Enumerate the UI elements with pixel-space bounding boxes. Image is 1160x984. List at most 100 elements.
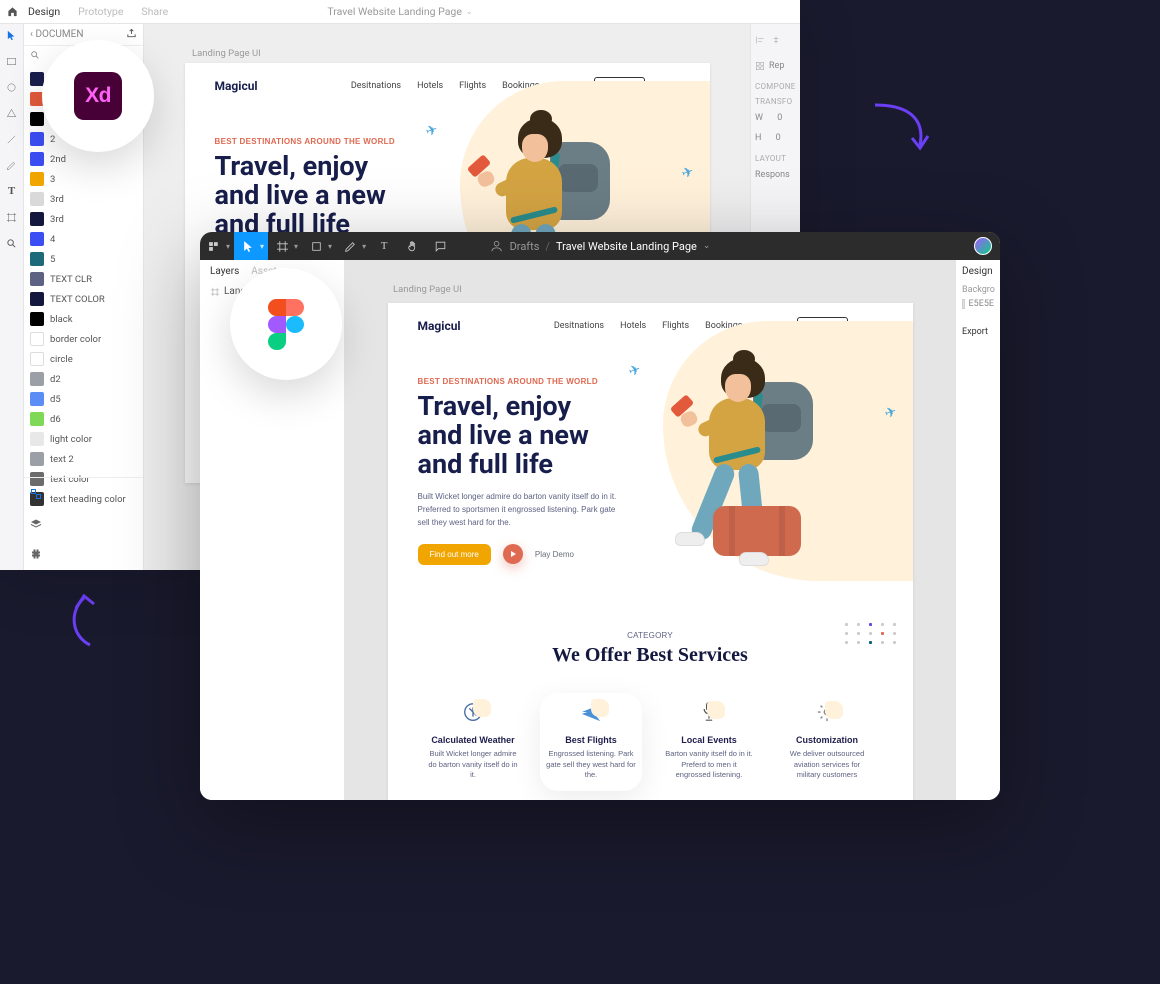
- figma-logo-icon: [268, 299, 304, 349]
- service-icon: [695, 701, 723, 729]
- swatch-row[interactable]: d5: [24, 389, 143, 409]
- figma-pen-tool-icon[interactable]: [336, 232, 364, 260]
- zoom-tool-icon[interactable]: [5, 236, 19, 250]
- swatch-row[interactable]: black: [24, 309, 143, 329]
- service-title: Customization: [782, 735, 872, 745]
- hero-desc: Built Wicket longer admire do barton van…: [418, 491, 618, 529]
- nav-hotels[interactable]: Hotels: [417, 81, 443, 91]
- swatch-row[interactable]: light color: [24, 429, 143, 449]
- figma-menu-icon[interactable]: [200, 232, 228, 260]
- nav-destinations[interactable]: Desitnations: [351, 81, 401, 91]
- xd-tab-share[interactable]: Share: [141, 5, 168, 18]
- service-desc: Barton vanity itself do in it. Preferd t…: [664, 749, 754, 781]
- service-card[interactable]: Calculated WeatherBuilt Wicket longer ad…: [422, 693, 524, 791]
- brand: Magicul: [215, 79, 258, 93]
- figma-frame-tool-icon[interactable]: [268, 232, 296, 260]
- figma-text-tool-icon[interactable]: T: [370, 232, 398, 260]
- arrow-right-icon: [870, 100, 940, 164]
- libraries-icon[interactable]: [24, 484, 48, 504]
- chevron-down-icon[interactable]: ▾: [294, 242, 302, 251]
- service-icon: [459, 701, 487, 729]
- cta-button[interactable]: Find out more: [418, 544, 491, 565]
- nav-hotels[interactable]: Hotels: [620, 321, 646, 331]
- select-tool-icon[interactable]: [5, 28, 19, 42]
- figma-move-tool-icon[interactable]: [234, 232, 262, 260]
- service-icon: [813, 701, 841, 729]
- swatch-row[interactable]: text 2: [24, 449, 143, 469]
- nav-flights[interactable]: Flights: [662, 321, 689, 331]
- swatch-row[interactable]: d6: [24, 409, 143, 429]
- figma-comment-tool-icon[interactable]: [426, 232, 454, 260]
- figma-tab-layers[interactable]: Layers: [210, 266, 239, 277]
- chevron-down-icon[interactable]: ⌄: [466, 7, 473, 16]
- service-card[interactable]: Local Events Barton vanity itself do in i…: [658, 693, 760, 791]
- xd-tab-prototype[interactable]: Prototype: [78, 5, 123, 18]
- artboard-label[interactable]: Landing Page UI: [192, 48, 261, 59]
- text-tool-icon[interactable]: T: [5, 184, 19, 198]
- service-icon: [577, 701, 605, 729]
- xd-title: Travel Website Landing Page ⌄: [327, 5, 472, 18]
- service-title: Local Events: [664, 735, 754, 745]
- pen-tool-icon[interactable]: [5, 158, 19, 172]
- figma-canvas[interactable]: Landing Page UI Magicul Desitnations Hot…: [345, 260, 955, 800]
- design-tab[interactable]: Design: [962, 266, 994, 277]
- artboard-tool-icon[interactable]: [5, 210, 19, 224]
- avatar[interactable]: [974, 237, 992, 255]
- swatch-row[interactable]: TEXT CLR: [24, 269, 143, 289]
- swatch-row[interactable]: 3: [24, 169, 143, 189]
- home-icon[interactable]: [0, 0, 24, 24]
- swatch-row[interactable]: 2nd: [24, 149, 143, 169]
- bg-color-field[interactable]: E5E5E: [962, 299, 994, 309]
- nav-destinations[interactable]: Desitnations: [554, 321, 604, 331]
- align-icons[interactable]: [755, 30, 796, 50]
- chevron-down-icon[interactable]: ▾: [226, 242, 234, 251]
- swatch-row[interactable]: d2: [24, 369, 143, 389]
- service-card[interactable]: Customization We deliver outsourced aviat…: [776, 693, 878, 791]
- chevron-down-icon[interactable]: ▾: [362, 242, 370, 251]
- line-tool-icon[interactable]: [5, 132, 19, 146]
- hero-headline: Travel, enjoy and live a new and full li…: [215, 152, 429, 239]
- xd-logo-icon: Xd: [74, 72, 122, 120]
- ellipse-tool-icon[interactable]: [5, 80, 19, 94]
- search-icon[interactable]: [30, 52, 40, 63]
- polygon-tool-icon[interactable]: [5, 106, 19, 120]
- repeat-grid-button[interactable]: Rep: [755, 56, 796, 76]
- figma-right-panel: Design Backgro E5E5E Export: [955, 260, 1000, 800]
- chevron-down-icon[interactable]: ▾: [328, 242, 336, 251]
- swatch-row[interactable]: TEXT COLOR: [24, 289, 143, 309]
- service-desc: Built Wicket longer admire do barton van…: [428, 749, 518, 781]
- swatch-row[interactable]: 3rd: [24, 209, 143, 229]
- services-eyebrow: Category: [408, 631, 893, 640]
- export-section[interactable]: Export: [962, 327, 994, 337]
- plugins-icon[interactable]: [24, 544, 48, 564]
- swatch-row[interactable]: 3rd: [24, 189, 143, 209]
- xd-topbar: Design Prototype Share Travel Website La…: [0, 0, 800, 24]
- arrow-left-icon: [62, 590, 112, 654]
- service-desc: We deliver outsourced aviation services …: [782, 749, 872, 781]
- chevron-down-icon: ⌄: [703, 241, 711, 251]
- nav-flights[interactable]: Flights: [459, 81, 486, 91]
- swatch-row[interactable]: circle: [24, 349, 143, 369]
- figma-topbar: ▾ ▾ ▾ ▾ ▾ T Drafts / Travel Website Land…: [200, 232, 1000, 260]
- layers-icon[interactable]: [24, 514, 48, 534]
- play-button[interactable]: [503, 544, 523, 564]
- xd-badge: Xd: [42, 40, 154, 152]
- user-icon: [490, 239, 504, 253]
- swatch-row[interactable]: 5: [24, 249, 143, 269]
- figma-artboard[interactable]: Magicul Desitnations Hotels Flights Book…: [388, 303, 913, 800]
- xd-tab-design[interactable]: Design: [28, 5, 60, 18]
- rectangle-tool-icon[interactable]: [5, 54, 19, 68]
- swatch-row[interactable]: 4: [24, 229, 143, 249]
- xd-left-back-icon[interactable]: ‹ DOCUMEN: [30, 29, 83, 40]
- xd-toolbar: T: [0, 24, 24, 570]
- export-icon[interactable]: [126, 28, 137, 42]
- figma-breadcrumb[interactable]: Drafts / Travel Website Landing Page ⌄: [490, 239, 711, 253]
- artboard-label[interactable]: Landing Page UI: [393, 284, 462, 295]
- hero-headline: Travel, enjoy and live a new and full li…: [418, 392, 632, 479]
- traveler-illustration: [653, 356, 853, 596]
- figma-hand-tool-icon[interactable]: [398, 232, 426, 260]
- figma-shape-tool-icon[interactable]: [302, 232, 330, 260]
- chevron-down-icon[interactable]: ▾: [260, 232, 268, 260]
- swatch-row[interactable]: border color: [24, 329, 143, 349]
- service-card[interactable]: Best FlightsEngrossed listening. Park ga…: [540, 693, 642, 791]
